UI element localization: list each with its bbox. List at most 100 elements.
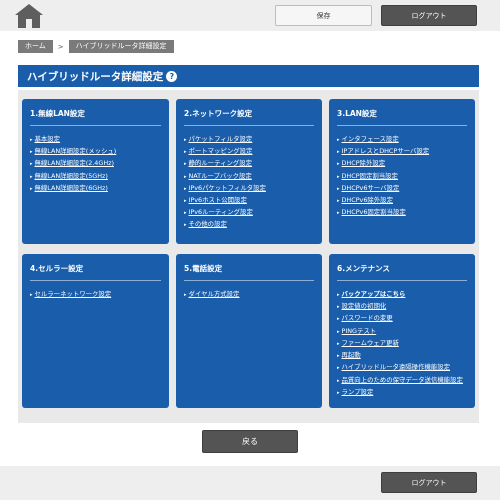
- settings-link-label: パスワードの変更: [341, 314, 393, 323]
- question-icon[interactable]: ?: [166, 70, 178, 82]
- settings-link[interactable]: ▸ その他の設定: [184, 219, 266, 231]
- settings-link-label: DHCPv6固定割当設定: [341, 208, 406, 217]
- settings-link-label: PINGテスト: [341, 326, 377, 335]
- settings-link[interactable]: ▸ NATループバック設定: [184, 171, 266, 183]
- settings-link[interactable]: ▸ DHCPv6サーバ設定: [337, 183, 429, 195]
- arrow-right-icon: ▸: [30, 161, 33, 168]
- settings-link-label: DHCP固定割当設定: [341, 171, 398, 180]
- settings-link[interactable]: ▸ インタフェース設定: [337, 134, 429, 146]
- arrow-right-icon: ▸: [184, 185, 187, 192]
- settings-link[interactable]: ▸ ファームウェア更新: [337, 338, 477, 350]
- settings-link[interactable]: ▸ 無線LAN詳細設定(メッシュ): [30, 146, 116, 158]
- settings-link-label: ランプ設定: [341, 387, 374, 396]
- arrow-right-icon: ▸: [184, 173, 187, 180]
- breadcrumb: ホーム > ハイブリッドルータ詳細設定: [18, 40, 174, 53]
- arrow-right-icon: ▸: [337, 353, 340, 360]
- logout-button[interactable]: ログアウト: [381, 5, 477, 26]
- settings-link-label: パケットフィルタ設定: [188, 135, 253, 143]
- settings-link[interactable]: ▸ セルラーネットワーク設定: [30, 289, 111, 301]
- arrow-right-icon: ▸: [337, 292, 340, 298]
- card-title: 6.メンテナンス: [337, 264, 390, 273]
- arrow-right-icon: ▸: [184, 210, 187, 217]
- arrow-right-icon: ▸: [30, 173, 33, 180]
- card-lan: 3.LAN設定 ▸ インタフェース設定 ▸ IPアドレスとDHCPサーバ設定 ▸ DHCP…: [329, 99, 475, 244]
- arrow-right-icon: ▸: [337, 149, 340, 156]
- arrow-right-icon: ▸: [337, 365, 340, 372]
- card-divider: [30, 125, 161, 126]
- arrow-right-icon: ▸: [184, 222, 187, 229]
- settings-link[interactable]: ▸ DHCPv6除外設定: [337, 195, 429, 207]
- arrow-right-icon: ▸: [30, 137, 33, 143]
- settings-link[interactable]: ▸ DHCP除外設定: [337, 158, 429, 170]
- card-wireless-lan: 1.無線LAN設定 ▸ 基本設定 ▸ 無線LAN詳細設定(メッシュ) ▸ 無線LAN詳細設…: [22, 99, 169, 244]
- settings-link[interactable]: ▸ 基本設定: [30, 134, 116, 146]
- settings-link-label: 設定値の初期化: [341, 302, 387, 311]
- settings-link-label: インタフェース設定: [341, 135, 399, 143]
- settings-link-label: ファームウェア更新: [341, 338, 399, 347]
- settings-link[interactable]: ▸ IPアドレスとDHCPサーバ設定: [337, 146, 429, 158]
- settings-link[interactable]: ▸ DHCPv6固定割当設定: [337, 207, 429, 219]
- card-telephone: 5.電話設定 ▸ ダイヤル方式設定: [176, 254, 322, 408]
- footer-logout-button[interactable]: ログアウト: [381, 472, 477, 493]
- home-icon[interactable]: [14, 3, 44, 29]
- back-button[interactable]: 戻る: [202, 430, 298, 453]
- settings-link[interactable]: ▸ IPv6パケットフィルタ設定: [184, 183, 266, 195]
- arrow-right-icon: ▸: [337, 340, 340, 347]
- settings-link-label: 品質向上のための保守データ送信機能設定: [341, 375, 463, 384]
- settings-link[interactable]: ▸ 無線LAN詳細設定(5GHz): [30, 171, 116, 183]
- breadcrumb-separator: >: [57, 42, 64, 51]
- settings-link[interactable]: ▸ パスワードの変更: [337, 313, 477, 325]
- arrow-right-icon: ▸: [337, 316, 340, 323]
- card-title: 5.電話設定: [184, 264, 223, 273]
- settings-link-label: IPv6ホスト公開設定: [188, 196, 247, 205]
- settings-link[interactable]: ▸ ポートマッピング設定: [184, 146, 266, 158]
- arrow-right-icon: ▸: [337, 377, 340, 384]
- breadcrumb-home[interactable]: ホーム: [18, 40, 53, 53]
- settings-link-label: IPアドレスとDHCPサーバ設定: [341, 147, 430, 156]
- page-title: ハイブリッドルータ詳細設定: [27, 70, 164, 83]
- settings-link[interactable]: ▸ ハイブリッドルータ遠隔操作機能設定: [337, 362, 477, 374]
- settings-link[interactable]: ▸ ダイヤル方式設定: [184, 289, 239, 301]
- bottom-footer: ログアウト: [0, 466, 500, 500]
- save-button[interactable]: 保存: [275, 5, 372, 26]
- arrow-right-icon: ▸: [337, 389, 340, 396]
- settings-link[interactable]: ▸ パケットフィルタ設定: [184, 134, 266, 146]
- settings-link-label: 静的ルーティング設定: [188, 159, 253, 168]
- arrow-right-icon: ▸: [30, 149, 33, 156]
- settings-link-label: ダイヤル方式設定: [188, 290, 240, 298]
- settings-link-label: 無線LAN詳細設定(6GHz): [34, 183, 108, 192]
- settings-link[interactable]: ▸ 無線LAN詳細設定(2.4GHz): [30, 158, 116, 170]
- settings-link[interactable]: ▸ 品質向上のための保守データ送信機能設定: [337, 376, 477, 386]
- settings-link-label: バックアップはこちら: [341, 290, 406, 298]
- settings-link-label: 無線LAN詳細設定(5GHz): [34, 171, 108, 180]
- settings-link-label: 再起動: [341, 351, 361, 360]
- settings-link[interactable]: ▸ 静的ルーティング設定: [184, 158, 266, 170]
- settings-link[interactable]: ▸ 設定値の初期化: [337, 301, 477, 313]
- arrow-right-icon: ▸: [184, 149, 187, 156]
- settings-link[interactable]: ▸ ランプ設定: [337, 387, 477, 399]
- settings-link[interactable]: ▸ バックアップはこちら: [337, 289, 477, 301]
- card-divider: [184, 280, 314, 281]
- settings-link[interactable]: ▸ PINGテスト: [337, 326, 477, 338]
- settings-link-label: ポートマッピング設定: [188, 147, 253, 156]
- card-divider: [184, 125, 314, 126]
- settings-link[interactable]: ▸ IPv6ホスト公開設定: [184, 195, 266, 207]
- settings-link-label: 基本設定: [34, 135, 61, 143]
- card-cellular: 4.セルラー設定 ▸ セルラーネットワーク設定: [22, 254, 169, 408]
- arrow-right-icon: ▸: [337, 198, 340, 205]
- card-title: 2.ネットワーク設定: [184, 109, 253, 118]
- settings-link[interactable]: ▸ DHCP固定割当設定: [337, 171, 429, 183]
- settings-link-label: その他の設定: [188, 220, 227, 229]
- card-link-list: ▸ 基本設定 ▸ 無線LAN詳細設定(メッシュ) ▸ 無線LAN詳細設定(2.4GHz) ▸…: [30, 134, 116, 195]
- settings-link[interactable]: ▸ IPv6ルーティング設定: [184, 207, 266, 219]
- settings-link-label: 無線LAN詳細設定(メッシュ): [34, 147, 117, 156]
- settings-link[interactable]: ▸ 無線LAN詳細設定(6GHz): [30, 183, 116, 195]
- arrow-right-icon: ▸: [337, 304, 340, 311]
- card-title: 4.セルラー設定: [30, 264, 84, 273]
- settings-link-label: DHCP除外設定: [341, 159, 386, 168]
- arrow-right-icon: ▸: [337, 185, 340, 192]
- settings-link-label: IPv6パケットフィルタ設定: [188, 183, 266, 192]
- card-link-list: ▸ インタフェース設定 ▸ IPアドレスとDHCPサーバ設定 ▸ DHCP除外設定 ▸ DHC…: [337, 134, 429, 219]
- settings-link[interactable]: ▸ 再起動: [337, 350, 477, 362]
- card-link-list: ▸ セルラーネットワーク設定: [30, 289, 111, 301]
